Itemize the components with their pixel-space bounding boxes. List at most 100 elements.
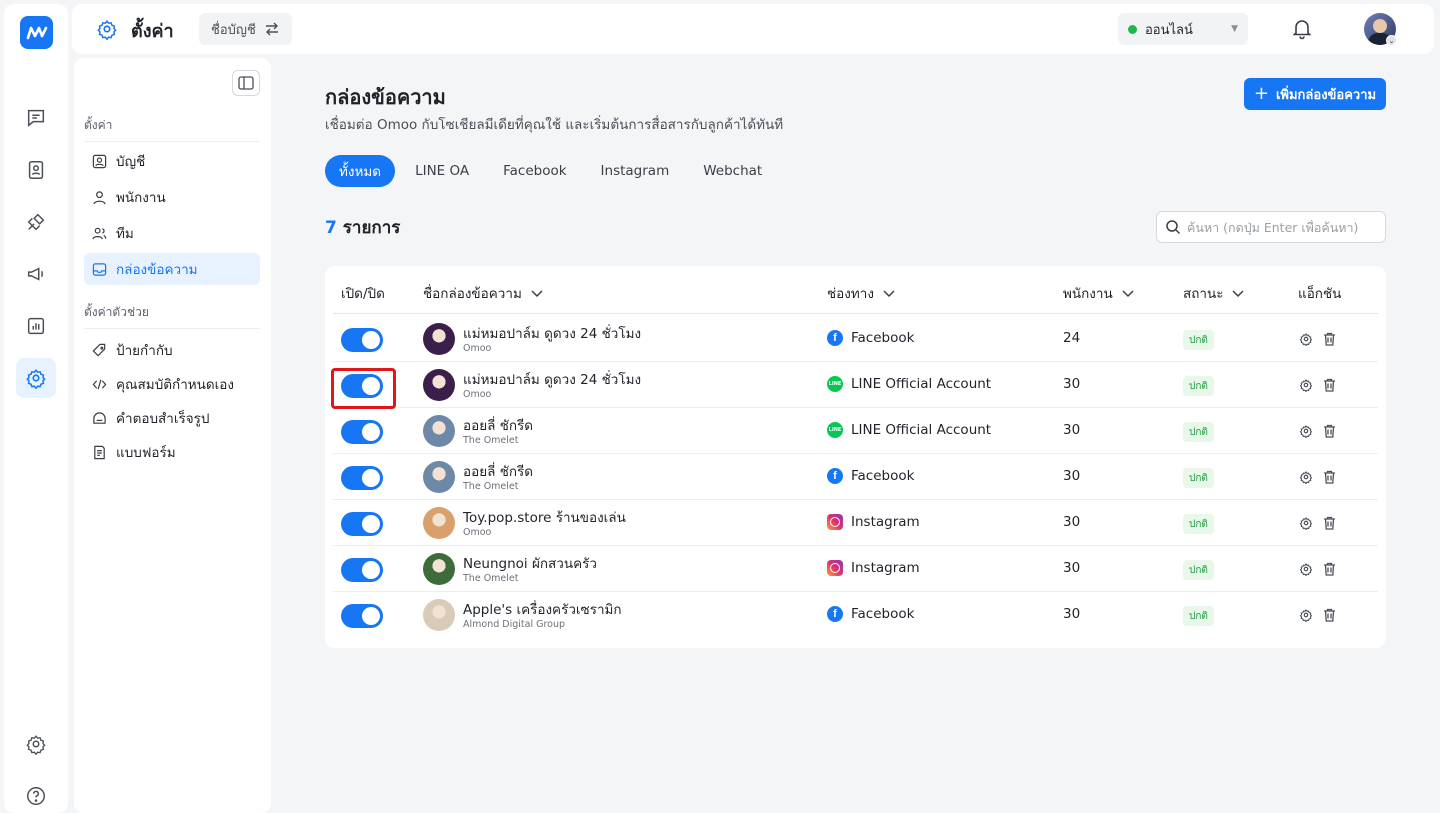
tab-webchat[interactable]: Webchat — [689, 155, 776, 187]
col-staff[interactable]: พนักงาน — [1063, 282, 1135, 304]
col-name[interactable]: ชื่อกล่องข้อความ — [423, 282, 544, 304]
report-nav-icon[interactable] — [16, 306, 56, 346]
inbox-toggle[interactable] — [341, 558, 383, 582]
channel-label: LINE Official Account — [851, 422, 992, 438]
sidebar-item-tags[interactable]: ป้ายกำกับ — [84, 334, 260, 366]
trash-icon[interactable] — [1323, 607, 1336, 626]
chat-nav-icon[interactable] — [16, 98, 56, 138]
inbox-avatar — [423, 507, 455, 539]
gear-icon[interactable] — [1299, 469, 1313, 488]
sidebar-item-quick-replies[interactable]: คำตอบสำเร็จรูป — [84, 402, 260, 434]
channel-label: LINE Official Account — [851, 376, 992, 392]
inbox-channel: Instagram — [827, 560, 920, 576]
staff-count: 30 — [1063, 560, 1081, 576]
inbox-toggle[interactable] — [341, 604, 383, 628]
inbox-avatar — [423, 461, 455, 493]
collapse-sidebar-icon[interactable] — [232, 70, 260, 96]
col-status[interactable]: สถานะ — [1183, 282, 1245, 304]
inbox-name[interactable]: ออยลี่ ชักรีด — [463, 414, 533, 436]
search-input[interactable] — [1187, 219, 1377, 235]
inbox-name[interactable]: แม่หมอปาล์ม ดูดวง 24 ชั่วโมง — [463, 322, 641, 344]
omoo-logo[interactable] — [20, 16, 53, 49]
trash-icon[interactable] — [1323, 377, 1336, 396]
sidebar-item-label: พนักงาน — [116, 190, 166, 206]
inbox-org: Omoo — [463, 343, 492, 354]
inbox-name[interactable]: ออยลี่ ชักรีด — [463, 460, 533, 482]
gear-icon[interactable] — [1299, 331, 1313, 350]
item-count-label: รายการ — [342, 218, 401, 238]
gear-icon[interactable] — [1299, 515, 1313, 534]
page-header-title: ตั้งค่า — [131, 21, 174, 42]
inbox-channel: f Facebook — [827, 606, 914, 622]
line-icon: LINE — [827, 422, 843, 438]
chevron-down-icon — [883, 290, 895, 298]
channel-label: Instagram — [851, 560, 920, 576]
account-switcher[interactable]: ชื่อบัญชี — [199, 13, 292, 45]
tab-instagram[interactable]: Instagram — [587, 155, 684, 187]
sidebar-item-inbox[interactable]: กล่องข้อความ — [84, 253, 260, 285]
channel-label: Facebook — [851, 330, 915, 346]
inbox-channel: LINE LINE Official Account — [827, 376, 991, 392]
settings-title-icon — [96, 18, 118, 44]
inbox-avatar — [423, 323, 455, 355]
gear-icon[interactable] — [1299, 423, 1313, 442]
inbox-name[interactable]: Neungnoi ผักสวนครัว — [463, 552, 597, 574]
tab-facebook[interactable]: Facebook — [489, 155, 580, 187]
inbox-name[interactable]: Toy.pop.store ร้านของเล่น — [463, 506, 626, 528]
status-badge: ปกติ — [1183, 560, 1214, 580]
settings-nav-icon[interactable] — [16, 358, 56, 398]
inbox-avatar — [423, 599, 455, 631]
add-inbox-label: เพิ่มกล่องข้อความ — [1275, 87, 1377, 103]
gear-icon[interactable] — [1299, 377, 1313, 396]
table-header: เปิด/ปิด ชื่อกล่องข้อความ ช่องทาง พนักงา… — [333, 266, 1378, 314]
help-icon[interactable] — [16, 776, 56, 813]
left-rail — [4, 4, 68, 813]
chevron-down-icon — [1122, 290, 1134, 298]
inbox-toggle[interactable] — [341, 466, 383, 490]
tab-all[interactable]: ทั้งหมด — [325, 155, 396, 187]
settings-bottom-icon[interactable] — [16, 724, 56, 764]
inbox-avatar — [423, 415, 455, 447]
inbox-toggle[interactable] — [341, 420, 383, 444]
inbox-name[interactable]: แม่หมอปาล์ม ดูดวง 24 ชั่วโมง — [463, 368, 641, 390]
sidebar-item-forms[interactable]: แบบฟอร์ม — [84, 436, 260, 468]
integrations-nav-icon[interactable] — [16, 202, 56, 242]
add-inbox-button[interactable]: + เพิ่มกล่องข้อความ — [1244, 78, 1386, 110]
gear-icon[interactable] — [1299, 561, 1313, 580]
inbox-org: Omoo — [463, 527, 492, 538]
gear-icon[interactable] — [1299, 607, 1313, 626]
sidebar-item-custom-attributes[interactable]: คุณสมบัติกำหนดเอง — [84, 368, 260, 400]
trash-icon[interactable] — [1323, 469, 1336, 488]
trash-icon[interactable] — [1323, 331, 1336, 350]
inbox-toggle[interactable] — [341, 328, 383, 352]
col-channel[interactable]: ช่องทาง — [827, 282, 896, 304]
status-badge: ปกติ — [1183, 330, 1214, 350]
table-row: Neungnoi ผักสวนครัว The Omelet Instagram 30… — [333, 546, 1378, 592]
table-row: แม่หมอปาล์ม ดูดวง 24 ชั่วโมง Omoo f Faceboo… — [333, 316, 1378, 362]
online-status-select[interactable]: ออนไลน์ ▼ — [1118, 13, 1248, 45]
sidebar-item-staff[interactable]: พนักงาน — [84, 181, 260, 213]
channel-label: Facebook — [851, 468, 915, 484]
bell-icon[interactable] — [1290, 16, 1314, 44]
tab-line-oa[interactable]: LINE OA — [401, 155, 483, 187]
sidebar-item-account[interactable]: บัญชี — [84, 145, 260, 177]
broadcast-nav-icon[interactable] — [16, 254, 56, 294]
sidebar-item-team[interactable]: ทีม — [84, 217, 260, 249]
search-box — [1156, 211, 1386, 243]
trash-icon[interactable] — [1323, 561, 1336, 580]
team-icon — [92, 227, 107, 239]
plus-icon: + — [1253, 83, 1269, 104]
staff-count: 24 — [1063, 330, 1081, 346]
trash-icon[interactable] — [1323, 515, 1336, 534]
inbox-channel: Instagram — [827, 514, 920, 530]
sidebar-item-label: แบบฟอร์ม — [116, 445, 176, 461]
trash-icon[interactable] — [1323, 423, 1336, 442]
swap-icon — [265, 22, 278, 36]
avatar-chevron-icon[interactable]: ⌄ — [1386, 35, 1397, 46]
inbox-avatar — [423, 553, 455, 585]
account-name: ชื่อบัญชี — [211, 22, 256, 38]
inbox-name[interactable]: Apple's เครื่องครัวเซรามิก — [463, 598, 622, 620]
inbox-toggle[interactable] — [341, 512, 383, 536]
contacts-nav-icon[interactable] — [16, 150, 56, 190]
col-toggle: เปิด/ปิด — [341, 286, 385, 302]
